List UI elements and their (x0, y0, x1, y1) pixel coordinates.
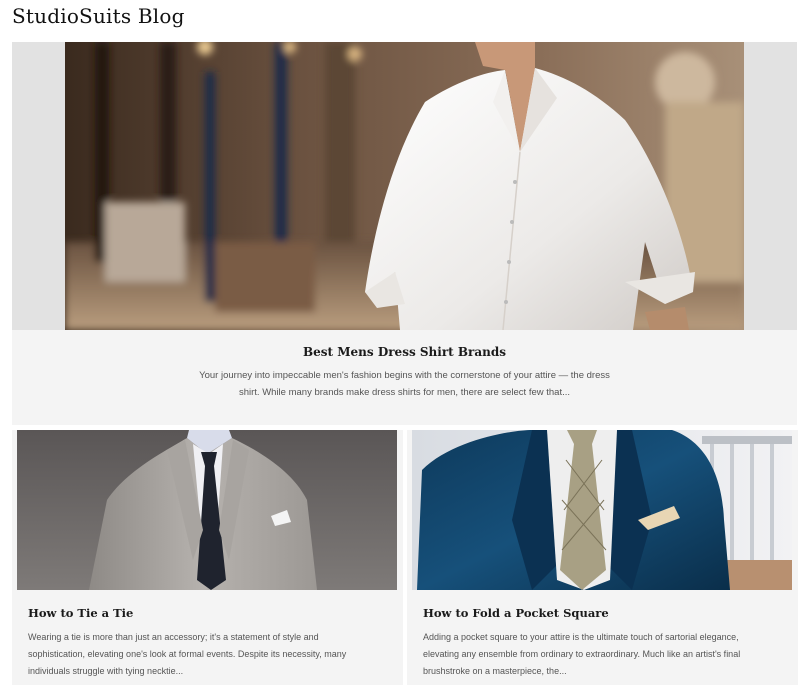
post-excerpt-pocket-square: Adding a pocket square to your attire is… (423, 632, 741, 676)
post-image-tie[interactable] (17, 430, 397, 590)
featured-post-image[interactable] (65, 42, 744, 330)
featured-post-card[interactable]: Best Mens Dress Shirt Brands Your journe… (12, 42, 797, 425)
post-excerpt-tie: Wearing a tie is more than just an acces… (28, 632, 347, 676)
post-title-pocket-square[interactable]: How to Fold a Pocket Square (423, 606, 609, 620)
featured-image-frame (12, 42, 797, 330)
post-title-tie[interactable]: How to Tie a Tie (28, 606, 133, 620)
post-card-tie[interactable]: How to Tie a Tie Wearing a tie is more t… (12, 430, 403, 685)
post-card-pocket-square[interactable]: How to Fold a Pocket Square Adding a poc… (407, 430, 798, 685)
featured-post-excerpt: Your journey into impeccable men's fashi… (199, 370, 610, 398)
blog-title[interactable]: StudioSuits Blog (12, 4, 185, 28)
featured-post-title[interactable]: Best Mens Dress Shirt Brands (12, 345, 797, 359)
post-image-pocket-square[interactable] (412, 430, 792, 590)
